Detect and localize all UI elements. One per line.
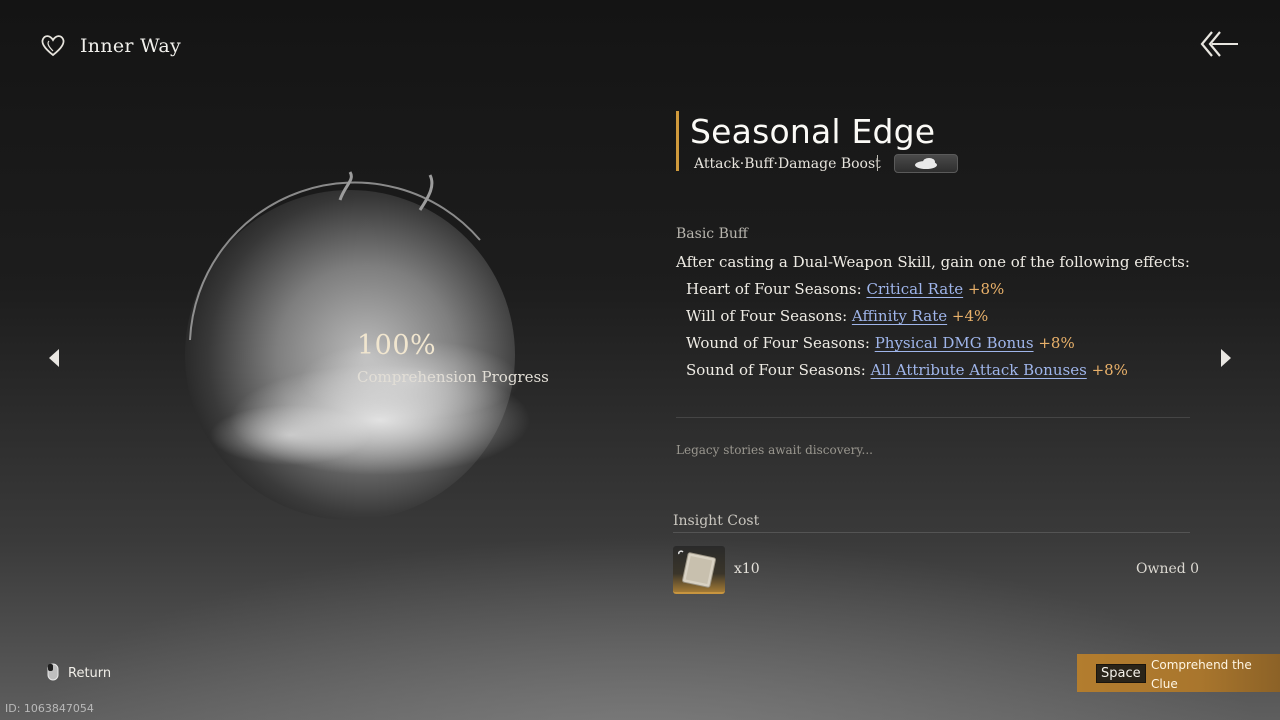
space-key-badge: Space [1096, 664, 1146, 683]
effect-row: Will of Four Seasons: Affinity Rate +4% [686, 307, 988, 325]
skill-tags: Attack·Buff·Damage Boost [694, 156, 881, 172]
owned-count: Owned 0 [1136, 561, 1200, 577]
effect-row: Heart of Four Seasons: Critical Rate +8% [686, 280, 1004, 298]
stat-link[interactable]: Physical DMG Bonus [875, 334, 1034, 352]
scroll-icon [678, 550, 716, 588]
effect-row: Wound of Four Seasons: Physical DMG Bonu… [686, 334, 1075, 352]
effect-bonus: +8% [1038, 334, 1075, 352]
effect-bonus: +4% [951, 307, 989, 325]
stat-link[interactable]: All Attribute Attack Bonuses [871, 361, 1087, 379]
mouse-icon [47, 663, 59, 681]
effect-bonus: +8% [967, 280, 1005, 298]
effect-name: Heart of Four Seasons: [686, 280, 867, 298]
effect-name: Sound of Four Seasons: [686, 361, 871, 379]
chevron-right-icon[interactable] [1216, 346, 1236, 370]
effect-row: Sound of Four Seasons: All Attribute Att… [686, 361, 1128, 379]
stat-link[interactable]: Critical Rate [866, 280, 963, 298]
legacy-text: Legacy stories await discovery... [676, 443, 873, 457]
title-accent-bar [676, 111, 679, 171]
chevron-left-icon[interactable] [44, 346, 64, 370]
arrow-back-icon[interactable] [1198, 28, 1240, 60]
tag-chip[interactable] [894, 154, 958, 173]
buff-description: After casting a Dual-Weapon Skill, gain … [676, 253, 1190, 271]
progress-label: Comprehension Progress [357, 368, 549, 386]
tag-separator [877, 155, 878, 171]
return-button[interactable]: Return [68, 666, 111, 681]
comprehend-button[interactable]: Space Comprehend the Clue [1077, 654, 1280, 692]
comprehend-label: Comprehend the Clue [1151, 658, 1252, 691]
insight-cost-label: Insight Cost [673, 513, 760, 529]
skill-name: Seasonal Edge [690, 112, 936, 151]
stat-link[interactable]: Affinity Rate [852, 307, 947, 325]
basic-buff-label: Basic Buff [676, 226, 748, 242]
item-quantity: x10 [734, 561, 760, 577]
divider [676, 417, 1190, 418]
heart-icon [41, 35, 65, 57]
page-title: Inner Way [80, 35, 181, 57]
effect-name: Will of Four Seasons: [686, 307, 852, 325]
cloud-icon [915, 158, 937, 169]
effect-bonus: +8% [1091, 361, 1128, 379]
progress-value: 100% [357, 330, 437, 361]
effect-name: Wound of Four Seasons: [686, 334, 875, 352]
player-id: ID: 1063847054 [5, 702, 94, 715]
divider [673, 532, 1190, 533]
insight-item-slot[interactable] [673, 546, 725, 594]
